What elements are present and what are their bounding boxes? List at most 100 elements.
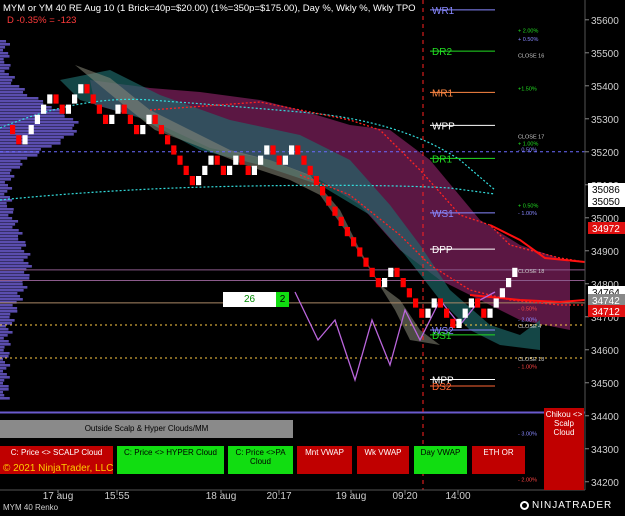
y-tick-label: 34600 [591, 346, 619, 357]
profile-bar [0, 154, 38, 157]
renko-brick-up [425, 308, 431, 318]
profile-bar [0, 196, 11, 199]
renko-brick-down [437, 298, 443, 308]
renko-brick-up [72, 94, 78, 104]
instrument-label: MYM 40 Renko [3, 503, 59, 512]
profile-bar [0, 181, 5, 184]
renko-brick-up [109, 114, 115, 124]
profile-bar [0, 235, 19, 238]
renko-brick-down [313, 176, 319, 186]
y-tick-label: 34900 [591, 247, 619, 258]
renko-brick-down [59, 104, 65, 114]
chart-canvas[interactable]: WR1DR2MR1WPPDR1WS1DPPWS2DS1MPPDS2+ 2.00%… [0, 0, 625, 516]
hyper-cloud-button[interactable]: C: Price <> HYPER Cloud [117, 446, 224, 474]
renko-brick-up [468, 298, 474, 308]
profile-bar [0, 391, 3, 394]
renko-brick-down [96, 104, 102, 114]
renko-brick-up [47, 94, 53, 104]
pct-label: + 2.00% [518, 29, 538, 35]
profile-bar [0, 247, 22, 250]
pct-label: CLOSE 18 [518, 269, 544, 275]
mnt-vwap-button[interactable]: Mnt VWAP [297, 446, 352, 474]
profile-bar [0, 67, 10, 70]
profile-bar [0, 94, 28, 97]
profile-bar [0, 256, 28, 259]
renko-brick-up [462, 308, 468, 318]
profile-bar [0, 61, 5, 64]
profile-bar [0, 178, 11, 181]
renko-brick-up [78, 84, 84, 94]
profile-bar [0, 208, 14, 211]
profile-bar [0, 223, 16, 226]
eth-or-button[interactable]: ETH OR [472, 446, 525, 474]
profile-bar [0, 55, 10, 58]
renko-brick-down [270, 145, 276, 155]
profile-bar [0, 145, 52, 148]
renko-brick-up [146, 114, 152, 124]
renko-brick-down [406, 288, 412, 298]
renko-brick-down [344, 227, 350, 237]
profile-bar [0, 373, 7, 376]
y-tick-label: 35600 [591, 16, 619, 27]
renko-brick-down [363, 257, 369, 267]
profile-bar [0, 43, 11, 46]
renko-brick-up [227, 165, 233, 175]
renko-brick-down [444, 308, 450, 318]
profile-bar [0, 328, 9, 331]
profile-bar [0, 385, 9, 388]
y-tick-label: 35300 [591, 115, 619, 126]
x-tick-label: 14:00 [445, 491, 470, 502]
renko-brick-down [152, 114, 158, 124]
renko-brick-down [400, 278, 406, 288]
chart-title: MYM or YM 40 RE Aug 10 (1 Brick=40p=$20.… [3, 3, 416, 14]
renko-brick-up [34, 114, 40, 124]
renko-brick-down [419, 308, 425, 318]
profile-bar [0, 85, 20, 88]
profile-bar [0, 136, 64, 139]
profile-bar [0, 40, 7, 43]
renko-brick-down [214, 155, 220, 165]
profile-bar [0, 100, 44, 103]
profile-bar [0, 142, 61, 145]
renko-brick-up [382, 278, 388, 288]
renko-brick-down [475, 298, 481, 308]
profile-bar [0, 322, 13, 325]
pct-label: - 2.00% [518, 477, 537, 483]
renko-brick-down [177, 155, 183, 165]
y-tick-label: 34200 [591, 478, 619, 489]
profile-bar [0, 76, 15, 79]
renko-brick-down [220, 165, 226, 175]
chikou-scalp-button[interactable]: Chikou <> Scalp Cloud [544, 408, 584, 490]
profile-bar [0, 379, 5, 382]
profile-bar [0, 343, 11, 346]
profile-bar [0, 274, 30, 277]
profile-bar [0, 286, 28, 289]
profile-bar [0, 283, 23, 286]
pct-label: CLOSE 18 [518, 357, 544, 363]
y-tick-label: 35500 [591, 49, 619, 60]
renko-brick-down [134, 125, 140, 135]
renko-brick-up [115, 104, 121, 114]
pa-cloud-button[interactable]: C: Price <>PA Cloud [228, 446, 293, 474]
renko-brick-up [506, 278, 512, 288]
profile-bar [0, 97, 39, 100]
pivot-label: WR1 [432, 6, 455, 17]
renko-brick-up [41, 104, 47, 114]
profile-bar [0, 388, 9, 391]
profile-bar [0, 355, 9, 358]
x-tick-label: 09:20 [392, 491, 417, 502]
renko-brick-down [90, 94, 96, 104]
profile-bar [0, 193, 5, 196]
profile-bar [0, 292, 18, 295]
day-vwap-button[interactable]: Day VWAP [414, 446, 467, 474]
wk-vwap-button[interactable]: Wk VWAP [357, 446, 409, 474]
daily-change-stat: D -0.35% = -123 [7, 15, 77, 26]
profile-bar [0, 259, 24, 262]
profile-bar [0, 262, 29, 265]
x-tick-label: 17 aug [43, 491, 74, 502]
renko-brick-up [22, 135, 28, 145]
profile-bar [0, 376, 10, 379]
pct-label: CLOSE 4 [518, 324, 541, 330]
pivot-label: DPP [432, 245, 453, 256]
profile-bar [0, 205, 8, 208]
